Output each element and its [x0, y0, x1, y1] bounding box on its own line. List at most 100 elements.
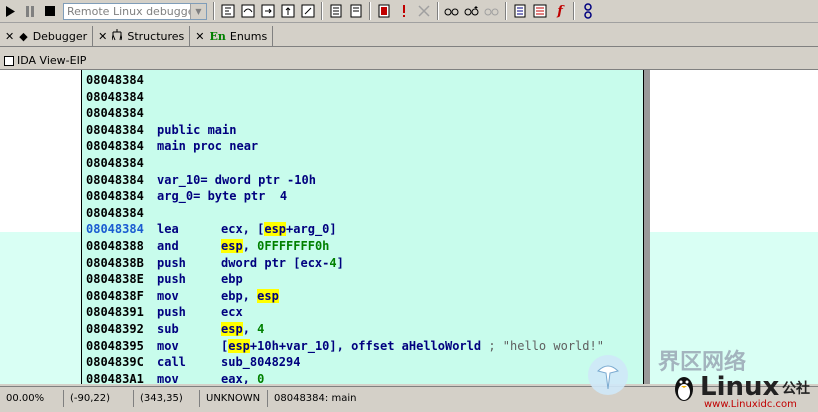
code-line[interactable]: 080483A1 mov eax, 0: [86, 371, 641, 384]
code-line[interactable]: 0804839C call sub_8048294: [86, 354, 641, 370]
code-operands: eax, 0: [221, 371, 265, 384]
code-label: main proc near: [157, 139, 259, 154]
code-line[interactable]: 08048384: [86, 105, 641, 121]
trace-functions-icon[interactable]: [463, 2, 481, 20]
code-address: 08048384: [86, 106, 144, 121]
code-operands: ebp: [221, 272, 243, 287]
code-label: public main: [157, 122, 237, 137]
stop-icon[interactable]: [41, 2, 59, 20]
svg-text:公社: 公社: [782, 380, 810, 397]
step-over-icon[interactable]: [239, 2, 257, 20]
code-address: 0804838E: [86, 272, 144, 287]
step-into-icon[interactable]: [219, 2, 237, 20]
debugger-select[interactable]: Remote Linux debugger ▼: [63, 2, 207, 20]
tab-debugger[interactable]: ✕ ◆ Debugger: [0, 26, 94, 46]
tab-enums[interactable]: ✕ En Enums: [190, 26, 274, 46]
debugger-icon: ◆: [19, 29, 28, 43]
close-icon[interactable]: ✕: [98, 30, 107, 43]
code-operands: sub_8048294: [221, 355, 301, 370]
ida-view-title: IDA View-EIP: [17, 54, 87, 67]
add-breakpoint-icon[interactable]: [375, 2, 393, 20]
close-icon[interactable]: ✕: [195, 30, 204, 43]
status-coords: (-90,22): [64, 390, 134, 407]
code-line[interactable]: 08048384 var_10= dword ptr -10h: [86, 172, 641, 188]
code-operands: ecx: [221, 305, 243, 320]
tab-debugger-label: Debugger: [32, 29, 88, 43]
clear-trace-icon[interactable]: [483, 2, 501, 20]
code-address: 08048384: [86, 73, 144, 87]
code-mnemonic: call: [157, 355, 186, 370]
pause-icon[interactable]: [21, 2, 39, 20]
structures-icon: [111, 28, 123, 44]
code-line[interactable]: 08048384 arg_0= byte ptr 4: [86, 188, 641, 204]
code-line[interactable]: 08048384: [86, 205, 641, 221]
close-icon[interactable]: ✕: [5, 30, 14, 43]
trace-icon[interactable]: [299, 2, 317, 20]
status-zoom: 00.00%: [0, 390, 64, 407]
code-line[interactable]: 08048384: [86, 72, 641, 88]
code-line[interactable]: 08048384 public main: [86, 122, 641, 138]
watch-list-icon[interactable]: [347, 2, 365, 20]
main-toolbar: Remote Linux debugger ▼ f: [0, 0, 818, 23]
code-line[interactable]: 08048395 mov [esp+10h+var_10], offset aHel…: [86, 338, 641, 354]
code-line[interactable]: 08048388 and esp, 0FFFFFFF0h: [86, 238, 641, 254]
strings-icon[interactable]: [531, 2, 549, 20]
code-address: 08048384: [86, 205, 144, 220]
pane-shadow: [644, 70, 650, 384]
toolbar-separator: [437, 2, 439, 20]
code-line[interactable]: 08048384: [86, 89, 641, 105]
tab-structures-label: Structures: [127, 29, 185, 43]
code-address: 08048384: [86, 139, 144, 154]
code-address: 0804839C: [86, 355, 144, 370]
segments-icon[interactable]: [511, 2, 529, 20]
toolbar-separator: [505, 2, 507, 20]
code-line[interactable]: 08048384 lea ecx, [esp+arg_0]: [86, 221, 641, 237]
code-line[interactable]: 08048384 main proc near: [86, 138, 641, 154]
code-operands: dword ptr [ecx-4]: [221, 255, 344, 270]
code-address: 08048384: [86, 89, 144, 104]
status-state: UNKNOWN: [200, 390, 268, 407]
status-coords-2: (343,35): [134, 390, 200, 407]
code-operands: ebp, esp: [221, 288, 279, 303]
code-mnemonic: push: [157, 255, 186, 270]
breakpoint-list-icon[interactable]: [327, 2, 345, 20]
code-address: 08048384: [86, 222, 144, 237]
code-line[interactable]: 0804838E push ebp: [86, 271, 641, 287]
code-mnemonic: mov: [157, 288, 179, 303]
functions-icon[interactable]: f: [551, 2, 569, 20]
code-line[interactable]: 0804838B push dword ptr [ecx-4]: [86, 255, 641, 271]
toggle-breakpoint-icon[interactable]: [395, 2, 413, 20]
window-icon: [4, 55, 14, 66]
code-line[interactable]: 0804838F mov ebp, esp: [86, 288, 641, 304]
code-line[interactable]: 08048392 sub esp, 4: [86, 321, 641, 337]
code-mnemonic: mov: [157, 371, 179, 384]
tab-structures[interactable]: ✕ Structures: [93, 26, 191, 46]
ida-view-area[interactable]: 08048384 08048384 08048384 08048384 public m…: [0, 70, 818, 384]
ida-view-header: IDA View-EIP: [0, 52, 818, 70]
run-to-cursor-icon[interactable]: [259, 2, 277, 20]
toolbar-separator: [573, 2, 575, 20]
disassembly-pane[interactable]: 08048384 08048384 08048384 08048384 public m…: [81, 70, 644, 384]
tab-enums-label: Enums: [229, 29, 268, 43]
toolbar-separator: [369, 2, 371, 20]
watermark-logo: 界区网络 Linux 公社 www.Linuxidc.com: [586, 345, 818, 410]
step-out-icon[interactable]: [279, 2, 297, 20]
code-address: 08048392: [86, 322, 144, 336]
code-mnemonic: and: [157, 239, 179, 253]
code-address: 08048384: [86, 156, 144, 170]
code-line[interactable]: 08048391 push ecx: [86, 304, 641, 320]
svg-text:Linux: Linux: [700, 372, 779, 402]
names-icon[interactable]: [579, 2, 597, 20]
code-mnemonic: mov: [157, 338, 179, 353]
delete-breakpoint-icon[interactable]: [415, 2, 433, 20]
code-address: 08048395: [86, 338, 144, 353]
trace-instructions-icon[interactable]: [443, 2, 461, 20]
play-icon[interactable]: [1, 2, 19, 20]
code-address: 0804838B: [86, 255, 144, 270]
code-address: 08048388: [86, 239, 144, 253]
code-line[interactable]: 08048384: [86, 155, 641, 171]
code-label: arg_0= byte ptr 4: [157, 189, 288, 204]
code-operands: esp, 4: [221, 322, 265, 336]
code-address: 08048384: [86, 172, 144, 187]
chevron-down-icon[interactable]: ▼: [190, 3, 206, 19]
